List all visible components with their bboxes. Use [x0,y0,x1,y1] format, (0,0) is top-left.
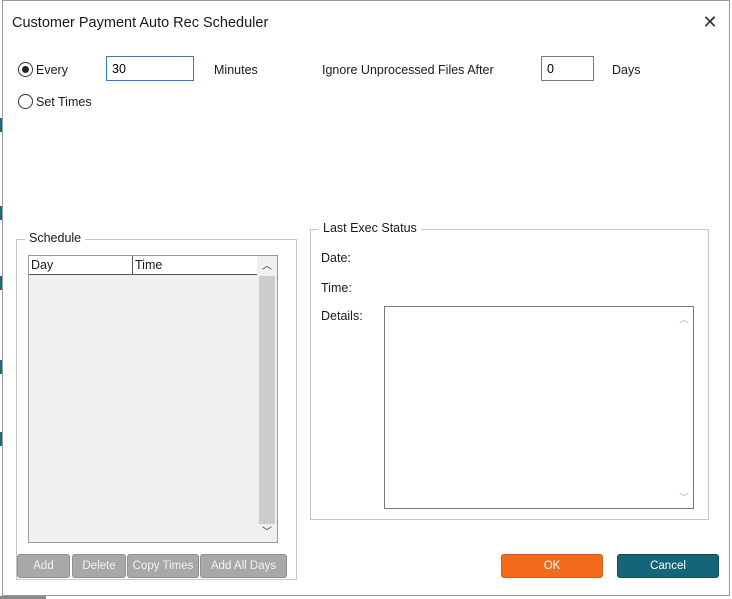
scroll-up-icon[interactable]: ︿ [257,258,277,276]
schedule-group: Schedule Day Time ︿ ﹀ [16,231,297,580]
column-header-time[interactable]: Time [133,256,257,275]
ok-button[interactable]: OK [501,554,603,578]
schedule-grid-header: Day Time [29,256,257,275]
schedule-grid[interactable]: Day Time ︿ ﹀ [28,255,278,543]
add-all-days-button[interactable]: Add All Days [200,554,287,578]
ignore-label: Ignore Unprocessed Files After [322,63,494,77]
details-textarea[interactable]: ︿ ﹀ [384,306,694,509]
scheduler-dialog: Customer Payment Auto Rec Scheduler ✕ Ev… [2,0,730,596]
radio-unselected-icon[interactable] [18,94,33,109]
schedule-scrollbar[interactable]: ︿ ﹀ [257,256,277,542]
add-button[interactable]: Add [17,554,70,578]
scroll-up-icon[interactable]: ︿ [679,311,689,326]
radio-selected-icon[interactable] [18,62,33,77]
minutes-label: Minutes [214,63,258,77]
details-label: Details: [321,309,363,323]
scroll-down-icon[interactable]: ﹀ [257,524,277,542]
scroll-track[interactable] [259,276,275,524]
column-header-day[interactable]: Day [29,256,133,275]
copy-times-button[interactable]: Copy Times [127,554,199,578]
every-radio[interactable]: Every [18,62,68,77]
every-minutes-input[interactable] [106,56,194,81]
ignore-days-input[interactable] [541,56,594,81]
close-icon[interactable]: ✕ [699,11,721,33]
schedule-title: Schedule [25,231,86,245]
every-label: Every [36,62,68,77]
delete-button[interactable]: Delete [72,554,126,578]
days-label: Days [612,63,641,77]
cancel-button[interactable]: Cancel [617,554,719,578]
last-exec-status-title: Last Exec Status [319,221,421,235]
set-times-label: Set Times [36,94,92,109]
time-label: Time: [321,281,352,295]
scroll-down-icon[interactable]: ﹀ [679,489,689,504]
set-times-radio[interactable]: Set Times [18,94,92,109]
dialog-title: Customer Payment Auto Rec Scheduler [12,15,269,31]
date-label: Date: [321,251,351,265]
